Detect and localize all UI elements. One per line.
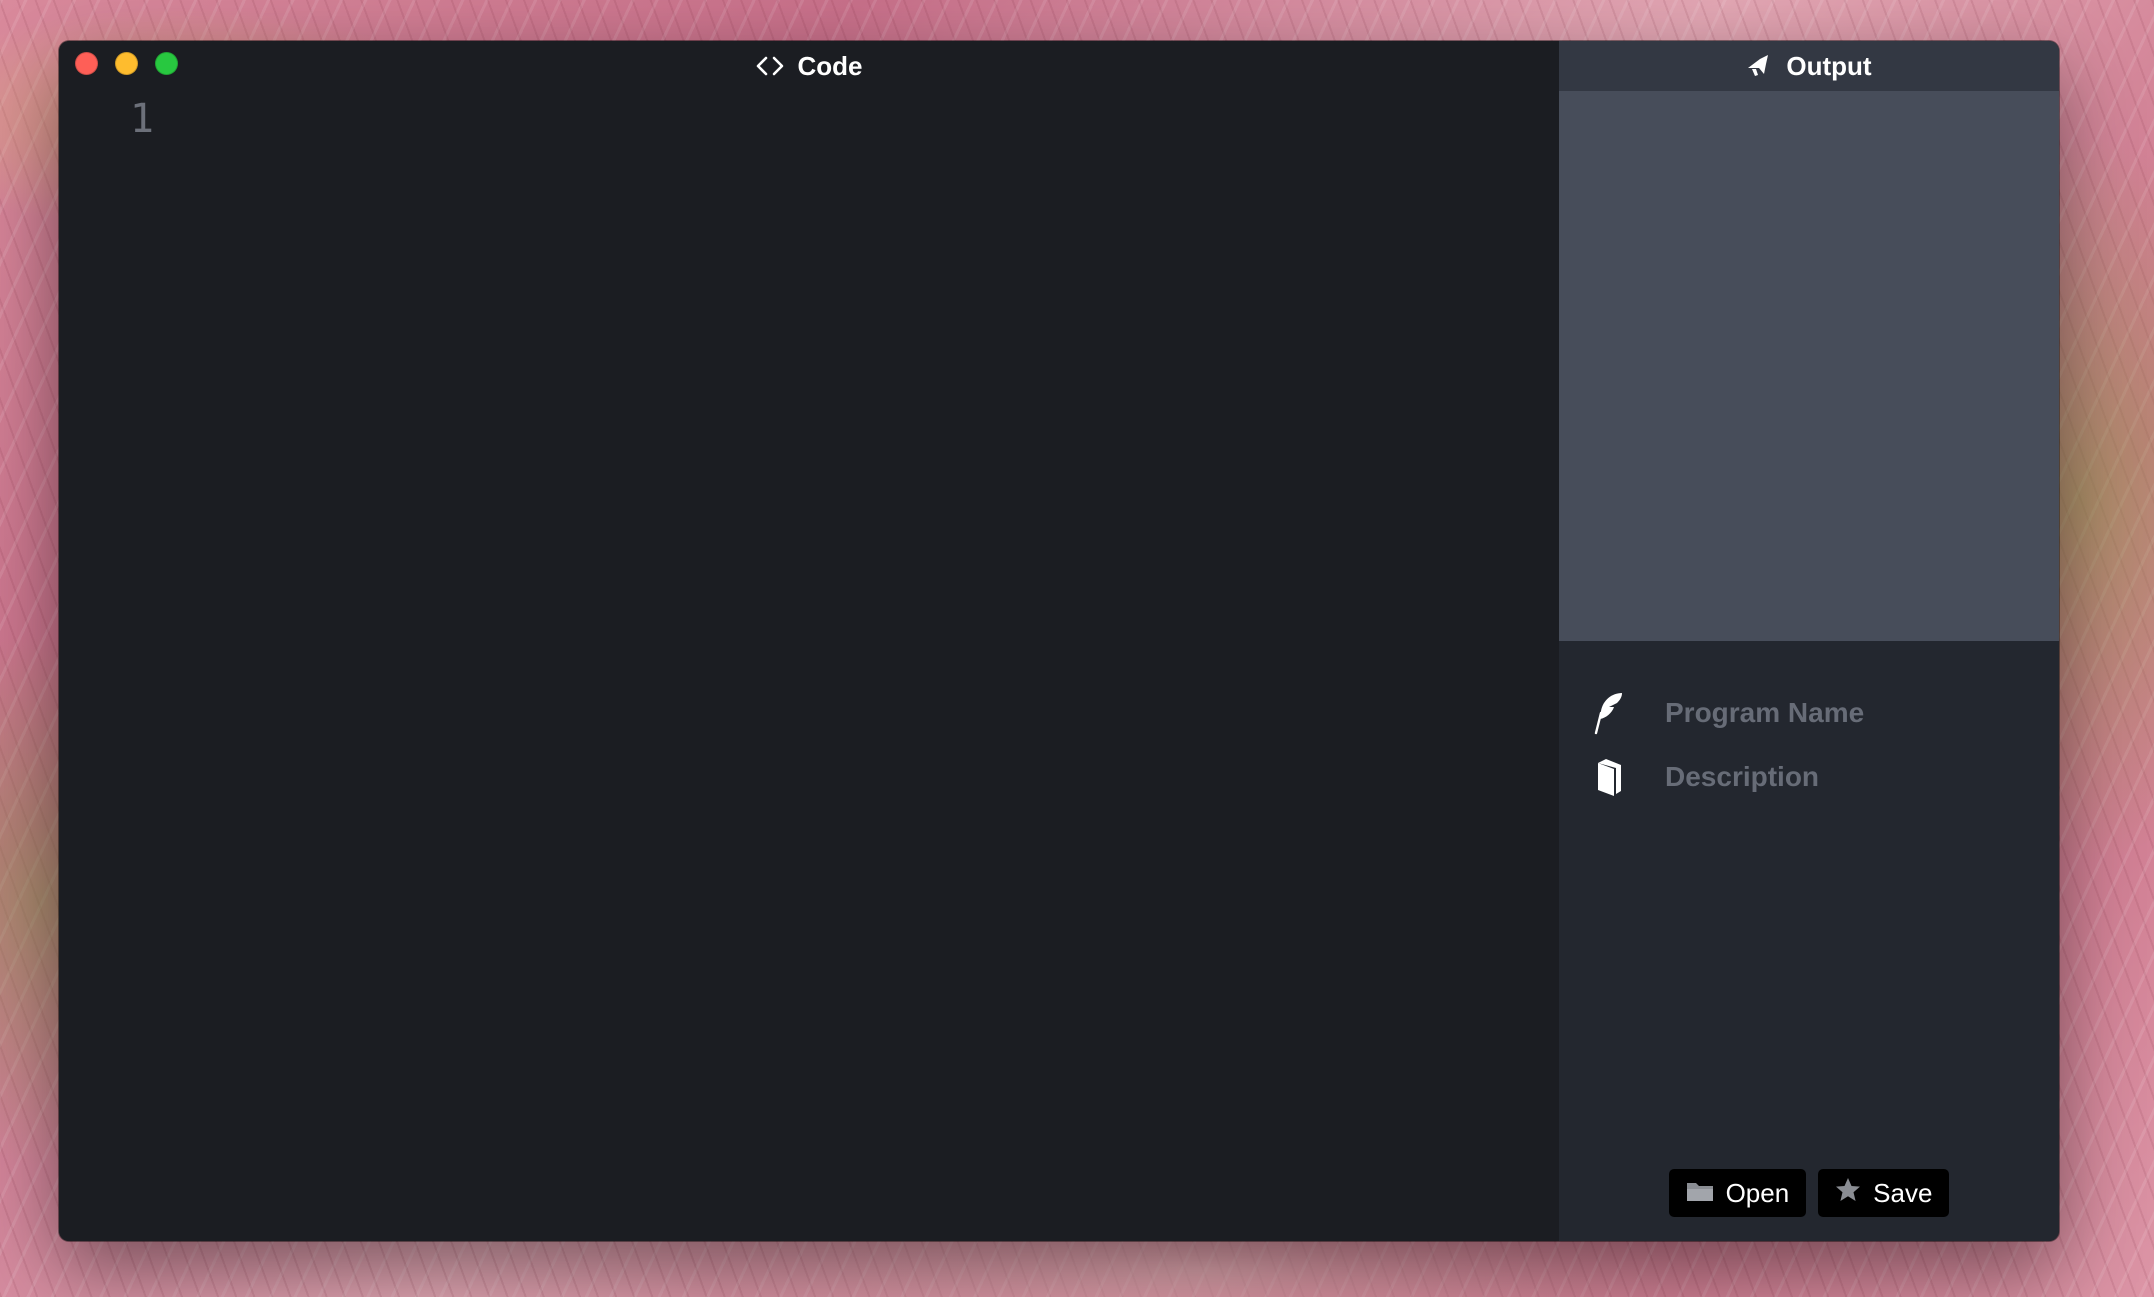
save-button-label: Save [1873, 1178, 1933, 1208]
open-button-label: Open [1725, 1178, 1790, 1208]
code-pane-title: Code [756, 51, 863, 82]
folder-icon [1686, 1178, 1714, 1209]
star-icon [1835, 1177, 1861, 1210]
save-button[interactable]: Save [1818, 1169, 1950, 1217]
window-controls [75, 52, 178, 75]
editor-line: 1 [59, 91, 1559, 147]
open-button[interactable]: Open [1668, 1169, 1807, 1217]
output-title-label: Output [1786, 50, 1872, 81]
code-editor[interactable]: 1 [59, 91, 1559, 1241]
program-name-input[interactable] [1665, 697, 2025, 729]
code-titlebar: Code [59, 41, 1559, 91]
close-window-button[interactable] [75, 52, 98, 75]
feather-icon [1589, 691, 1629, 735]
app-window: Code 1 Output Program Name Description O… [59, 41, 2059, 1241]
maximize-window-button[interactable] [155, 52, 178, 75]
code-brackets-icon [756, 56, 784, 76]
code-title-label: Code [797, 50, 863, 81]
program-name-row [1559, 681, 2059, 745]
output-pane: Output Program Name Description Open Sav… [1559, 41, 2059, 1241]
description-input[interactable] [1665, 761, 2025, 793]
line-number: 1 [129, 96, 154, 142]
code-pane: Code 1 [59, 41, 1559, 1241]
program-meta-form [1559, 641, 2059, 809]
output-pane-title: Output [1746, 50, 1872, 82]
book-icon [1589, 757, 1629, 797]
description-row [1559, 745, 2059, 809]
minimize-window-button[interactable] [115, 52, 138, 75]
output-titlebar: Output [1559, 41, 2059, 91]
output-display [1559, 91, 2059, 641]
line-content[interactable] [184, 99, 1559, 139]
megaphone-icon [1746, 54, 1772, 78]
file-actions: Open Save [1559, 1169, 2059, 1217]
